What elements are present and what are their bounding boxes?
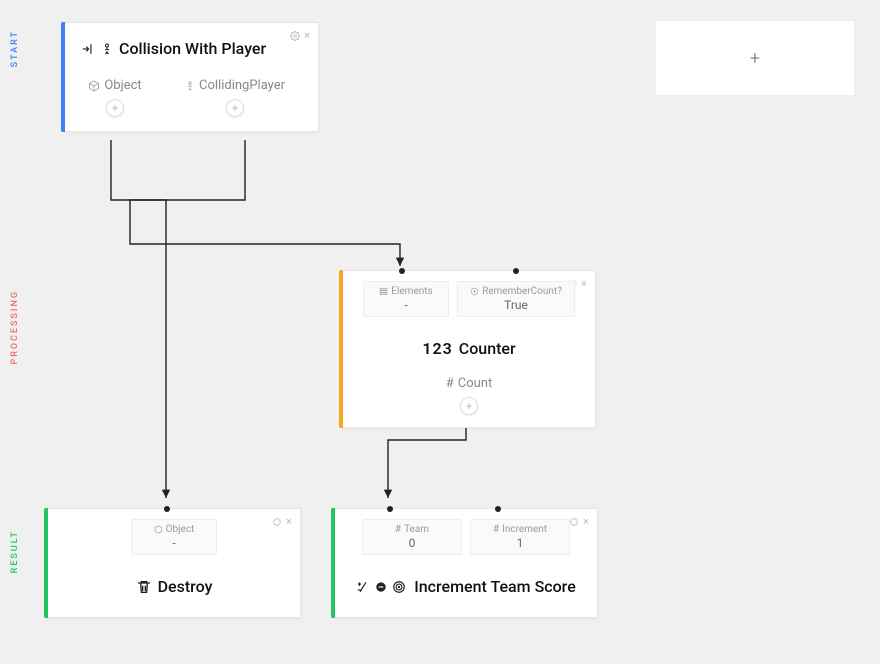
input-elements[interactable]: Elements - <box>363 281 449 317</box>
input-ports: # Team 0 # Increment 1 <box>335 509 597 563</box>
connection-dot <box>387 506 393 512</box>
cube-icon <box>88 80 100 92</box>
node-collision-with-player[interactable]: × Collision With Player Object + <box>64 22 319 132</box>
counter-prefix: 123 <box>422 339 452 358</box>
node-title: Collision With Player <box>119 39 266 58</box>
node-increment-team-score[interactable]: × # Team 0 # Increment 1 <box>334 508 598 618</box>
hash-icon: # <box>395 524 401 535</box>
node-stripe <box>339 270 343 428</box>
trash-icon <box>136 579 152 595</box>
port-add-icon[interactable]: + <box>226 99 244 117</box>
plus-icon: + <box>750 48 760 69</box>
node-title-row: 123 Counter <box>343 325 595 372</box>
node-controls: × <box>290 29 310 42</box>
connection-dot <box>399 268 405 274</box>
node-canvas[interactable]: START PROCESSING RESULT × <box>0 0 880 664</box>
close-icon[interactable]: × <box>304 29 310 42</box>
node-stripe <box>331 508 335 618</box>
input-team[interactable]: # Team 0 <box>362 519 462 555</box>
node-title-row: Collision With Player <box>65 23 318 68</box>
person-icon <box>185 80 195 92</box>
rail-label-processing: PROCESSING <box>10 290 20 365</box>
node-title: Increment Team Score <box>414 577 576 596</box>
gear-icon[interactable] <box>290 29 300 42</box>
close-icon[interactable]: × <box>583 515 589 528</box>
cube-icon <box>154 525 163 534</box>
plus-circle-icon <box>470 287 479 296</box>
gear-icon[interactable] <box>569 515 579 528</box>
plus-minus-icon <box>356 580 370 594</box>
rail-label-result: RESULT <box>10 530 20 573</box>
input-ports: Object - <box>48 509 300 563</box>
circle-filled-icon <box>374 580 388 594</box>
node-stripe <box>44 508 48 618</box>
hash-icon: # <box>493 524 499 535</box>
connection-dot <box>164 506 170 512</box>
list-icon <box>379 287 388 296</box>
arrow-into-icon <box>81 42 95 56</box>
connection-dot <box>495 506 501 512</box>
port-object[interactable]: Object + <box>85 78 145 117</box>
input-object[interactable]: Object - <box>131 519 217 555</box>
port-colliding-player[interactable]: CollidingPlayer + <box>185 78 285 117</box>
node-stripe <box>61 22 65 132</box>
gear-icon[interactable] <box>272 515 282 528</box>
input-increment[interactable]: # Increment 1 <box>470 519 570 555</box>
node-title: Destroy <box>158 577 213 596</box>
connection-dot <box>513 268 519 274</box>
node-destroy[interactable]: × Object - Destroy <box>47 508 301 618</box>
hash-icon: # <box>446 376 454 391</box>
rail-label-start: START <box>10 30 20 67</box>
node-controls: × <box>569 515 589 528</box>
port-count[interactable]: # Count + <box>343 372 595 427</box>
node-title-row: Increment Team Score <box>335 563 597 610</box>
node-title: Counter <box>459 339 516 358</box>
port-add-icon[interactable]: + <box>460 397 478 415</box>
close-icon[interactable]: × <box>581 277 587 290</box>
add-node-button[interactable]: + <box>655 20 855 96</box>
input-ports: Elements - RememberCount? True <box>343 271 595 325</box>
close-icon[interactable]: × <box>286 515 292 528</box>
node-title-row: Destroy <box>48 563 300 610</box>
node-counter[interactable]: × Elements - RememberCount? <box>342 270 596 428</box>
input-remember-count[interactable]: RememberCount? True <box>457 281 575 317</box>
node-controls: × <box>272 515 292 528</box>
target-icon <box>392 580 406 594</box>
port-add-icon[interactable]: + <box>106 99 124 117</box>
output-ports: Object + CollidingPlayer + <box>65 68 318 131</box>
person-icon <box>101 42 113 56</box>
